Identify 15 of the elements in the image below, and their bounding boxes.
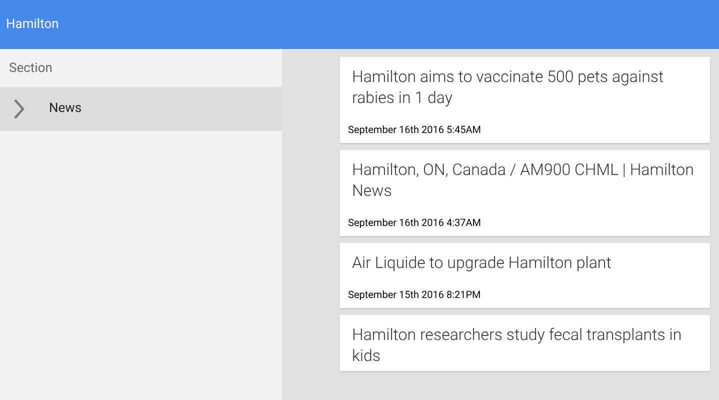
article-title: Hamilton researchers study fecal transplants in kids <box>352 324 683 366</box>
article-date: September 16th 2016 5:45AM <box>348 124 482 138</box>
article-card[interactable]: Hamilton, ON, Canada / AM900 CHML | Hamilton News September 16th 2016 4:37AM <box>340 150 710 236</box>
app-title: Hamilton <box>6 16 59 34</box>
article-date: September 16th 2016 4:37AM <box>348 217 482 231</box>
article-card[interactable]: Hamilton aims to vaccinate 500 pets against rabies in 1 day September 16th 2016 5:45AM <box>340 57 710 143</box>
article-card[interactable]: Hamilton researchers study fecal transplants in kids <box>340 315 710 371</box>
article-card[interactable]: Air Liquide to upgrade Hamilton plant September 15th 2016 8:21PM <box>340 243 710 308</box>
article-title: Hamilton, ON, Canada / AM900 CHML | Hamilton News <box>352 159 695 201</box>
section-header: Section <box>9 60 52 78</box>
sidebar-item[interactable]: News <box>0 87 282 131</box>
article-date: September 15th 2016 8:21PM <box>348 289 482 303</box>
article-title: Hamilton aims to vaccinate 500 pets against rabies in 1 day <box>352 66 665 108</box>
chevron-right-icon <box>13 98 25 120</box>
article-title: Air Liquide to upgrade Hamilton plant <box>352 252 612 273</box>
